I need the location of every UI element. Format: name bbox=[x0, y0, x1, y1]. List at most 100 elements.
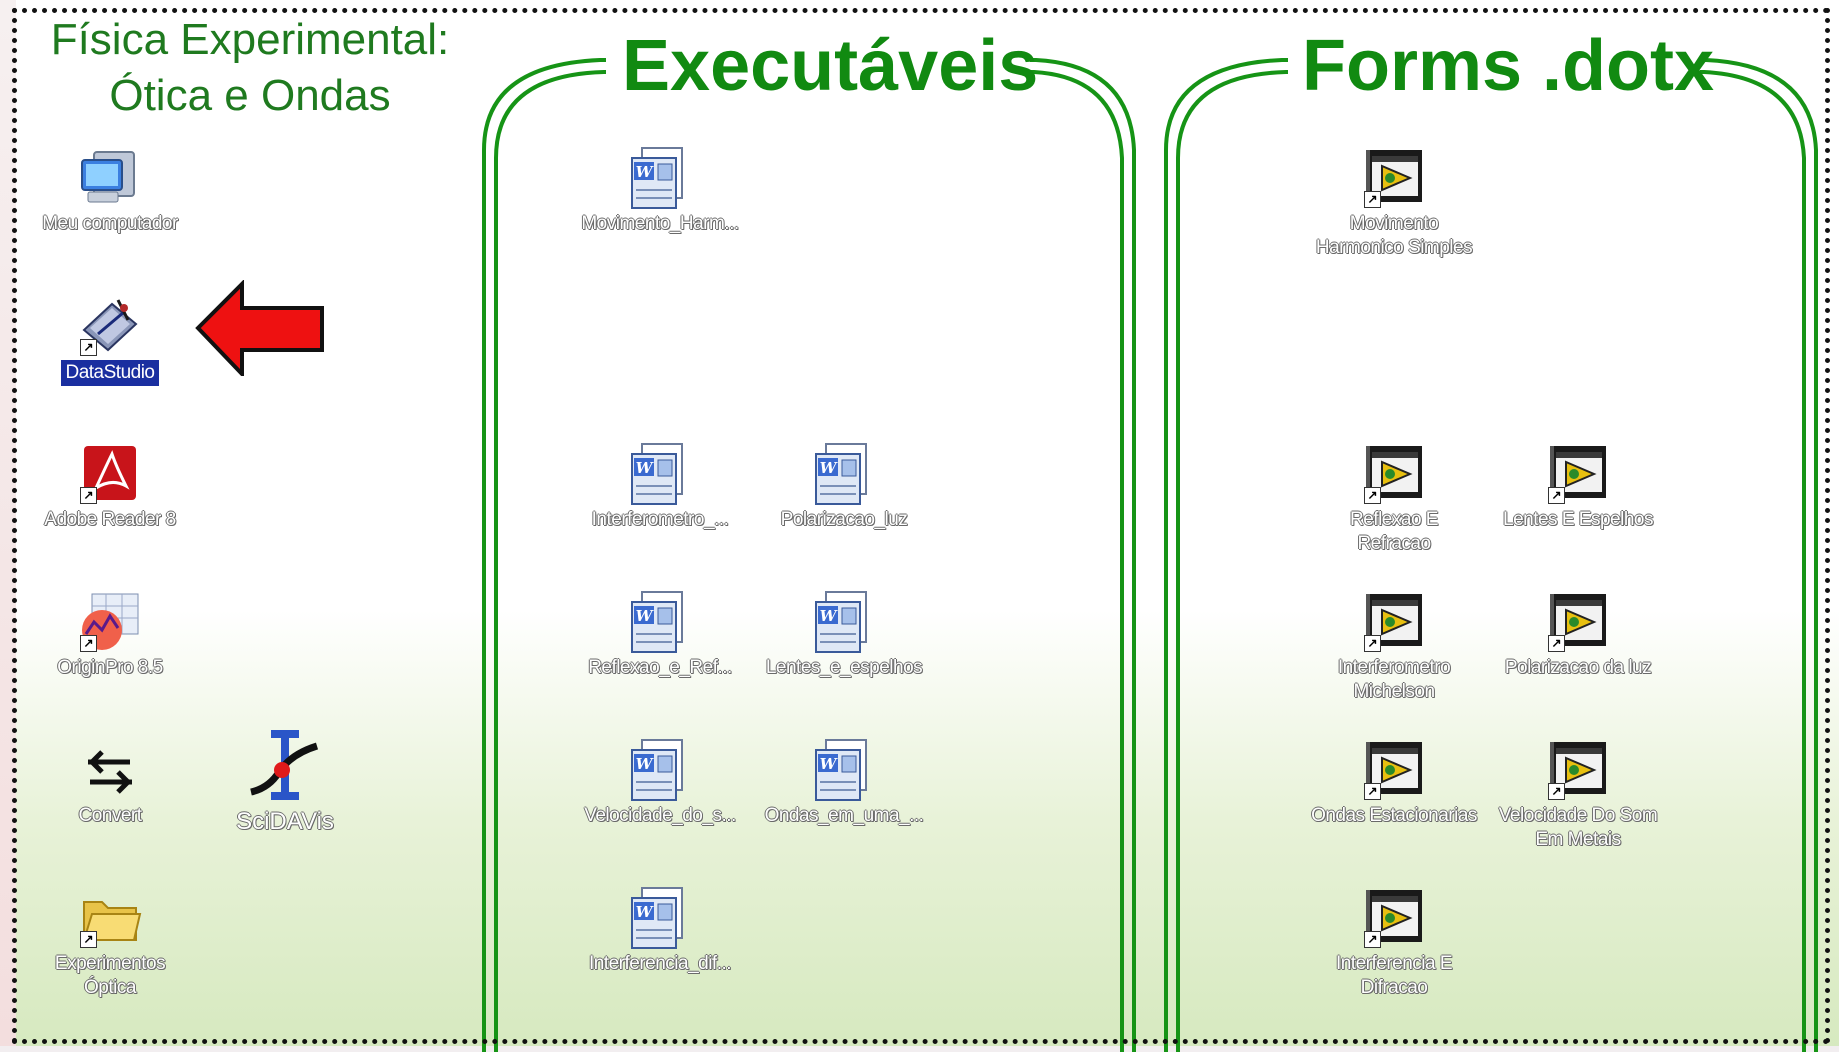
panel-title-forms: Forms .dotx bbox=[1302, 26, 1715, 106]
shortcut-arrow-icon: ↗ bbox=[1364, 931, 1381, 948]
desktop-icon-label: Adobe Reader 8 bbox=[44, 509, 176, 530]
red-arrow-icon bbox=[195, 280, 324, 376]
shortcut-arrow-icon: ↗ bbox=[1364, 635, 1381, 652]
svg-text:W: W bbox=[820, 459, 839, 477]
form-polarizacao-luz[interactable]: ↗ Polarizacao da luz bbox=[1493, 590, 1663, 680]
desktop-icon-datastudio[interactable]: ↗ DataStudio bbox=[25, 294, 195, 387]
svg-text:W: W bbox=[636, 607, 655, 625]
shortcut-arrow-icon: ↗ bbox=[1548, 487, 1565, 504]
word-doc-lentes-espelhos[interactable]: W Lentes_e_espelhos bbox=[759, 590, 929, 680]
shortcut-arrow-icon: ↗ bbox=[1548, 783, 1565, 800]
form-label-line-1: Polarizacao da luz bbox=[1504, 657, 1652, 678]
word-doc-reflexao[interactable]: W Reflexao_e_Ref... bbox=[575, 590, 745, 680]
page-title: Física Experimental: Ótica e Ondas bbox=[40, 12, 460, 124]
word-doc-label: Ondas_em_uma_... bbox=[764, 805, 924, 826]
desktop-icon-label: OriginPro 8.5 bbox=[57, 657, 163, 678]
desktop-icon-convert[interactable]: Convert bbox=[25, 738, 195, 828]
desktop-icon-scidavis[interactable]: SciDAVis bbox=[200, 728, 370, 834]
labview-vi-icon: ↗ bbox=[1362, 146, 1426, 210]
desktop-icon-originpro[interactable]: ↗ OriginPro 8.5 bbox=[25, 590, 195, 680]
word-document-icon: W bbox=[628, 886, 692, 950]
word-document-icon: W bbox=[628, 738, 692, 802]
word-doc-interferencia-difracao[interactable]: W Interferencia_dif... bbox=[575, 886, 745, 976]
word-document-icon: W bbox=[812, 738, 876, 802]
svg-text:W: W bbox=[636, 903, 655, 921]
form-label-line-1: Interferencia E bbox=[1335, 953, 1453, 974]
labview-vi-icon: ↗ bbox=[1362, 442, 1426, 506]
computer-icon bbox=[78, 146, 142, 210]
svg-text:W: W bbox=[636, 755, 655, 773]
svg-text:W: W bbox=[636, 459, 655, 477]
shortcut-arrow-icon: ↗ bbox=[80, 635, 97, 652]
pdf-icon: ↗ bbox=[78, 442, 142, 506]
word-doc-label: Reflexao_e_Ref... bbox=[588, 657, 732, 678]
word-doc-label: Polarizacao_luz bbox=[780, 509, 908, 530]
word-doc-polarizacao-luz[interactable]: W Polarizacao_luz bbox=[759, 442, 929, 532]
word-document-icon: W bbox=[812, 442, 876, 506]
desktop-icon-adobe-reader[interactable]: ↗ Adobe Reader 8 bbox=[25, 442, 195, 532]
labview-vi-icon: ↗ bbox=[1546, 738, 1610, 802]
svg-text:W: W bbox=[820, 607, 839, 625]
labview-vi-icon: ↗ bbox=[1546, 442, 1610, 506]
scidavis-icon bbox=[245, 728, 325, 808]
form-label-line-1: Lentes E Espelhos bbox=[1503, 509, 1653, 530]
word-document-icon: W bbox=[628, 146, 692, 210]
form-label-line-1: Velocidade Do Som bbox=[1498, 805, 1658, 826]
labview-vi-icon: ↗ bbox=[1362, 590, 1426, 654]
word-doc-label: Interferometro_... bbox=[591, 509, 729, 530]
convert-arrows-icon bbox=[78, 738, 142, 802]
shortcut-arrow-icon: ↗ bbox=[80, 931, 97, 948]
shortcut-arrow-icon: ↗ bbox=[1364, 191, 1381, 208]
svg-text:W: W bbox=[820, 755, 839, 773]
desktop-icon-label: DataStudio bbox=[60, 359, 160, 387]
title-line-2: Ótica e Ondas bbox=[109, 71, 391, 120]
shortcut-arrow-icon: ↗ bbox=[1364, 487, 1381, 504]
datastudio-icon: ↗ bbox=[78, 294, 142, 358]
form-reflexao-refracao[interactable]: ↗ Reflexao E Refracao bbox=[1309, 442, 1479, 556]
desktop-icon-experimentos-optica[interactable]: ↗ Experimentos Óptica bbox=[25, 886, 195, 1000]
form-label-line-1: Ondas Estacionarias bbox=[1311, 805, 1477, 826]
form-label-line-2: Michelson bbox=[1353, 681, 1435, 702]
word-doc-interferometro[interactable]: W Interferometro_... bbox=[575, 442, 745, 532]
shortcut-arrow-icon: ↗ bbox=[80, 339, 97, 356]
shortcut-arrow-icon: ↗ bbox=[1364, 783, 1381, 800]
word-doc-label: Interferencia_dif... bbox=[588, 953, 732, 974]
form-velocidade-som-metais[interactable]: ↗ Velocidade Do Som Em Metais bbox=[1493, 738, 1663, 852]
word-document-icon: W bbox=[628, 442, 692, 506]
form-ondas-estacionarias[interactable]: ↗ Ondas Estacionarias bbox=[1309, 738, 1479, 828]
form-label-line-2: Em Metais bbox=[1535, 829, 1621, 850]
word-doc-velocidade-som[interactable]: W Velocidade_do_s... bbox=[575, 738, 745, 828]
folder-icon: ↗ bbox=[78, 886, 142, 950]
form-movimento-harmonico[interactable]: ↗ Movimento Harmonico Simples bbox=[1309, 146, 1479, 260]
form-interferometro-michelson[interactable]: ↗ Interferometro Michelson bbox=[1309, 590, 1479, 704]
word-document-icon: W bbox=[812, 590, 876, 654]
title-line-1: Física Experimental: bbox=[50, 15, 450, 64]
word-doc-movimento-harm[interactable]: W Movimento_Harm... bbox=[575, 146, 745, 236]
desktop-icon-label: Convert bbox=[78, 805, 142, 826]
labview-vi-icon: ↗ bbox=[1546, 590, 1610, 654]
labview-vi-icon: ↗ bbox=[1362, 738, 1426, 802]
word-doc-ondas-corda[interactable]: W Ondas_em_uma_... bbox=[759, 738, 929, 828]
form-lentes-espelhos[interactable]: ↗ Lentes E Espelhos bbox=[1493, 442, 1663, 532]
form-label-line-2: Refracao bbox=[1357, 533, 1431, 554]
desktop-icon-label: Experimentos Óptica bbox=[54, 953, 166, 998]
panel-title-executaveis: Executáveis bbox=[622, 26, 1039, 106]
word-doc-label: Velocidade_do_s... bbox=[584, 805, 736, 826]
originpro-icon: ↗ bbox=[78, 590, 142, 654]
form-label-line-1: Movimento bbox=[1349, 213, 1439, 234]
form-interferencia-difracao[interactable]: ↗ Interferencia E Difracao bbox=[1309, 886, 1479, 1000]
form-label-line-2: Difracao bbox=[1360, 977, 1428, 998]
svg-text:W: W bbox=[636, 163, 655, 181]
shortcut-arrow-icon: ↗ bbox=[1548, 635, 1565, 652]
desktop-icon-label: SciDAVis bbox=[236, 808, 334, 835]
form-label-line-1: Reflexao E bbox=[1350, 509, 1438, 530]
shortcut-arrow-icon: ↗ bbox=[80, 487, 97, 504]
labview-vi-icon: ↗ bbox=[1362, 886, 1426, 950]
word-doc-label: Movimento_Harm... bbox=[581, 213, 739, 234]
form-label-line-1: Interferometro bbox=[1337, 657, 1451, 678]
word-doc-label: Lentes_e_espelhos bbox=[765, 657, 923, 678]
form-label-line-2: Harmonico Simples bbox=[1315, 237, 1473, 258]
word-document-icon: W bbox=[628, 590, 692, 654]
desktop-icon-meu-computador[interactable]: Meu computador bbox=[25, 146, 195, 236]
desktop-icon-label: Meu computador bbox=[42, 213, 178, 234]
